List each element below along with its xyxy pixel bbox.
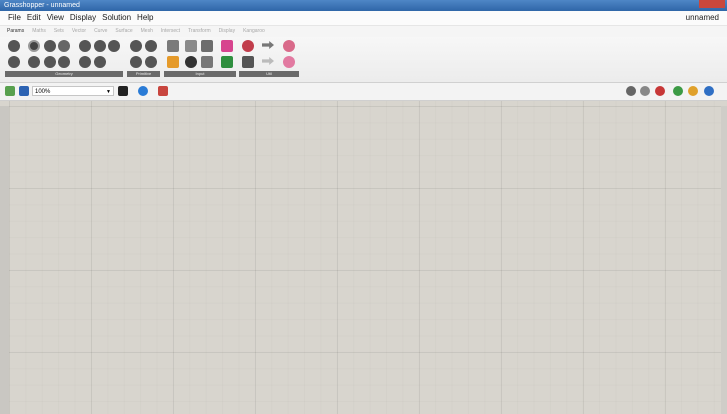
input-icon-7[interactable]	[201, 56, 213, 68]
geometry-icon-13[interactable]	[94, 56, 106, 68]
group-label-geometry: Geometry	[5, 71, 123, 77]
input-icon-4[interactable]	[221, 40, 233, 52]
primitive-icon-3[interactable]	[130, 56, 142, 68]
arrow-right-icon[interactable]	[262, 41, 274, 49]
geometry-icon-11[interactable]	[58, 56, 70, 68]
zoom-select[interactable]: 100% ▼	[32, 86, 114, 96]
tab-transform[interactable]: Transform	[188, 26, 211, 37]
geometry-icon-5[interactable]	[79, 40, 91, 52]
group-label-primitive: Primitive	[127, 71, 160, 77]
shaded-icon[interactable]	[655, 86, 665, 96]
util-icon-2[interactable]	[242, 56, 254, 68]
menu-file[interactable]: File	[8, 11, 21, 25]
geometry-icon-12[interactable]	[79, 56, 91, 68]
util-icon-3[interactable]	[283, 56, 295, 68]
input-icon-8[interactable]	[221, 56, 233, 68]
geometry-icon-2[interactable]	[28, 40, 40, 52]
tab-surface[interactable]: Surface	[115, 26, 132, 37]
geometry-icon-4[interactable]	[58, 40, 70, 52]
group-label-input: Input	[164, 71, 236, 77]
input-icon-6[interactable]	[185, 56, 197, 68]
geometry-icon-10[interactable]	[44, 56, 56, 68]
save-icon[interactable]	[19, 86, 29, 96]
paintbrush-icon[interactable]	[158, 86, 168, 96]
green-display-icon[interactable]	[673, 86, 683, 96]
globe-icon[interactable]	[704, 86, 714, 96]
tab-display[interactable]: Display	[219, 26, 235, 37]
zoom-value: 100%	[35, 89, 51, 95]
geometry-icon-8[interactable]	[8, 56, 20, 68]
geometry-icon-6[interactable]	[94, 40, 106, 52]
menu-help[interactable]: Help	[137, 11, 153, 25]
wireframe-icon[interactable]	[640, 86, 650, 96]
orange-display-icon[interactable]	[688, 86, 698, 96]
ribbon-tabs: Params Maths Sets Vector Curve Surface M…	[7, 26, 273, 37]
primitive-icon-1[interactable]	[130, 40, 142, 52]
canvas-right-edge	[721, 106, 727, 414]
geometry-icon-1[interactable]	[8, 40, 20, 52]
tab-kangaroo[interactable]: Kangaroo	[243, 26, 265, 37]
component-ribbon: Geometry Primitive Input Util	[0, 37, 727, 83]
input-icon-5[interactable]	[167, 56, 179, 68]
primitive-icon-2[interactable]	[145, 40, 157, 52]
grasshopper-canvas[interactable]	[0, 101, 727, 414]
menu-view[interactable]: View	[47, 11, 64, 25]
cherry-icon[interactable]	[242, 40, 254, 52]
menu-items: File Edit View Display Solution Help	[8, 11, 160, 25]
menu-display[interactable]: Display	[70, 11, 96, 25]
zoom-extents-icon[interactable]	[118, 86, 128, 96]
input-icon-1[interactable]	[167, 40, 179, 52]
canvas-toolbar: 100% ▼	[0, 83, 727, 101]
canvas-left-edge	[0, 106, 9, 414]
tab-bar: Params Maths Sets Vector Curve Surface M…	[0, 26, 727, 37]
window-title: Grasshopper - unnamed	[4, 2, 80, 9]
title-bar: Grasshopper - unnamed	[0, 0, 727, 11]
eye-icon[interactable]	[138, 86, 148, 96]
tab-vector[interactable]: Vector	[72, 26, 86, 37]
document-name: unnamed	[685, 13, 719, 22]
geometry-icon-7[interactable]	[108, 40, 120, 52]
tab-maths[interactable]: Maths	[32, 26, 46, 37]
util-icon-1[interactable]	[283, 40, 295, 52]
tab-mesh[interactable]: Mesh	[141, 26, 153, 37]
primitive-icon-4[interactable]	[145, 56, 157, 68]
window-close-button[interactable]	[699, 0, 725, 8]
input-icon-3[interactable]	[201, 40, 213, 52]
input-icon-2[interactable]	[185, 40, 197, 52]
group-label-util: Util	[239, 71, 299, 77]
menu-bar: File Edit View Display Solution Help unn…	[0, 11, 727, 26]
geometry-icon-3[interactable]	[44, 40, 56, 52]
geometry-icon-9[interactable]	[28, 56, 40, 68]
tab-params[interactable]: Params	[7, 26, 24, 37]
open-icon[interactable]	[5, 86, 15, 96]
tab-curve[interactable]: Curve	[94, 26, 107, 37]
tab-sets[interactable]: Sets	[54, 26, 64, 37]
menu-solution[interactable]: Solution	[102, 11, 131, 25]
tab-intersect[interactable]: Intersect	[161, 26, 180, 37]
arrow-outline-icon[interactable]	[262, 57, 274, 65]
menu-edit[interactable]: Edit	[27, 11, 41, 25]
chevron-down-icon: ▼	[106, 89, 111, 95]
preview-icon[interactable]	[626, 86, 636, 96]
